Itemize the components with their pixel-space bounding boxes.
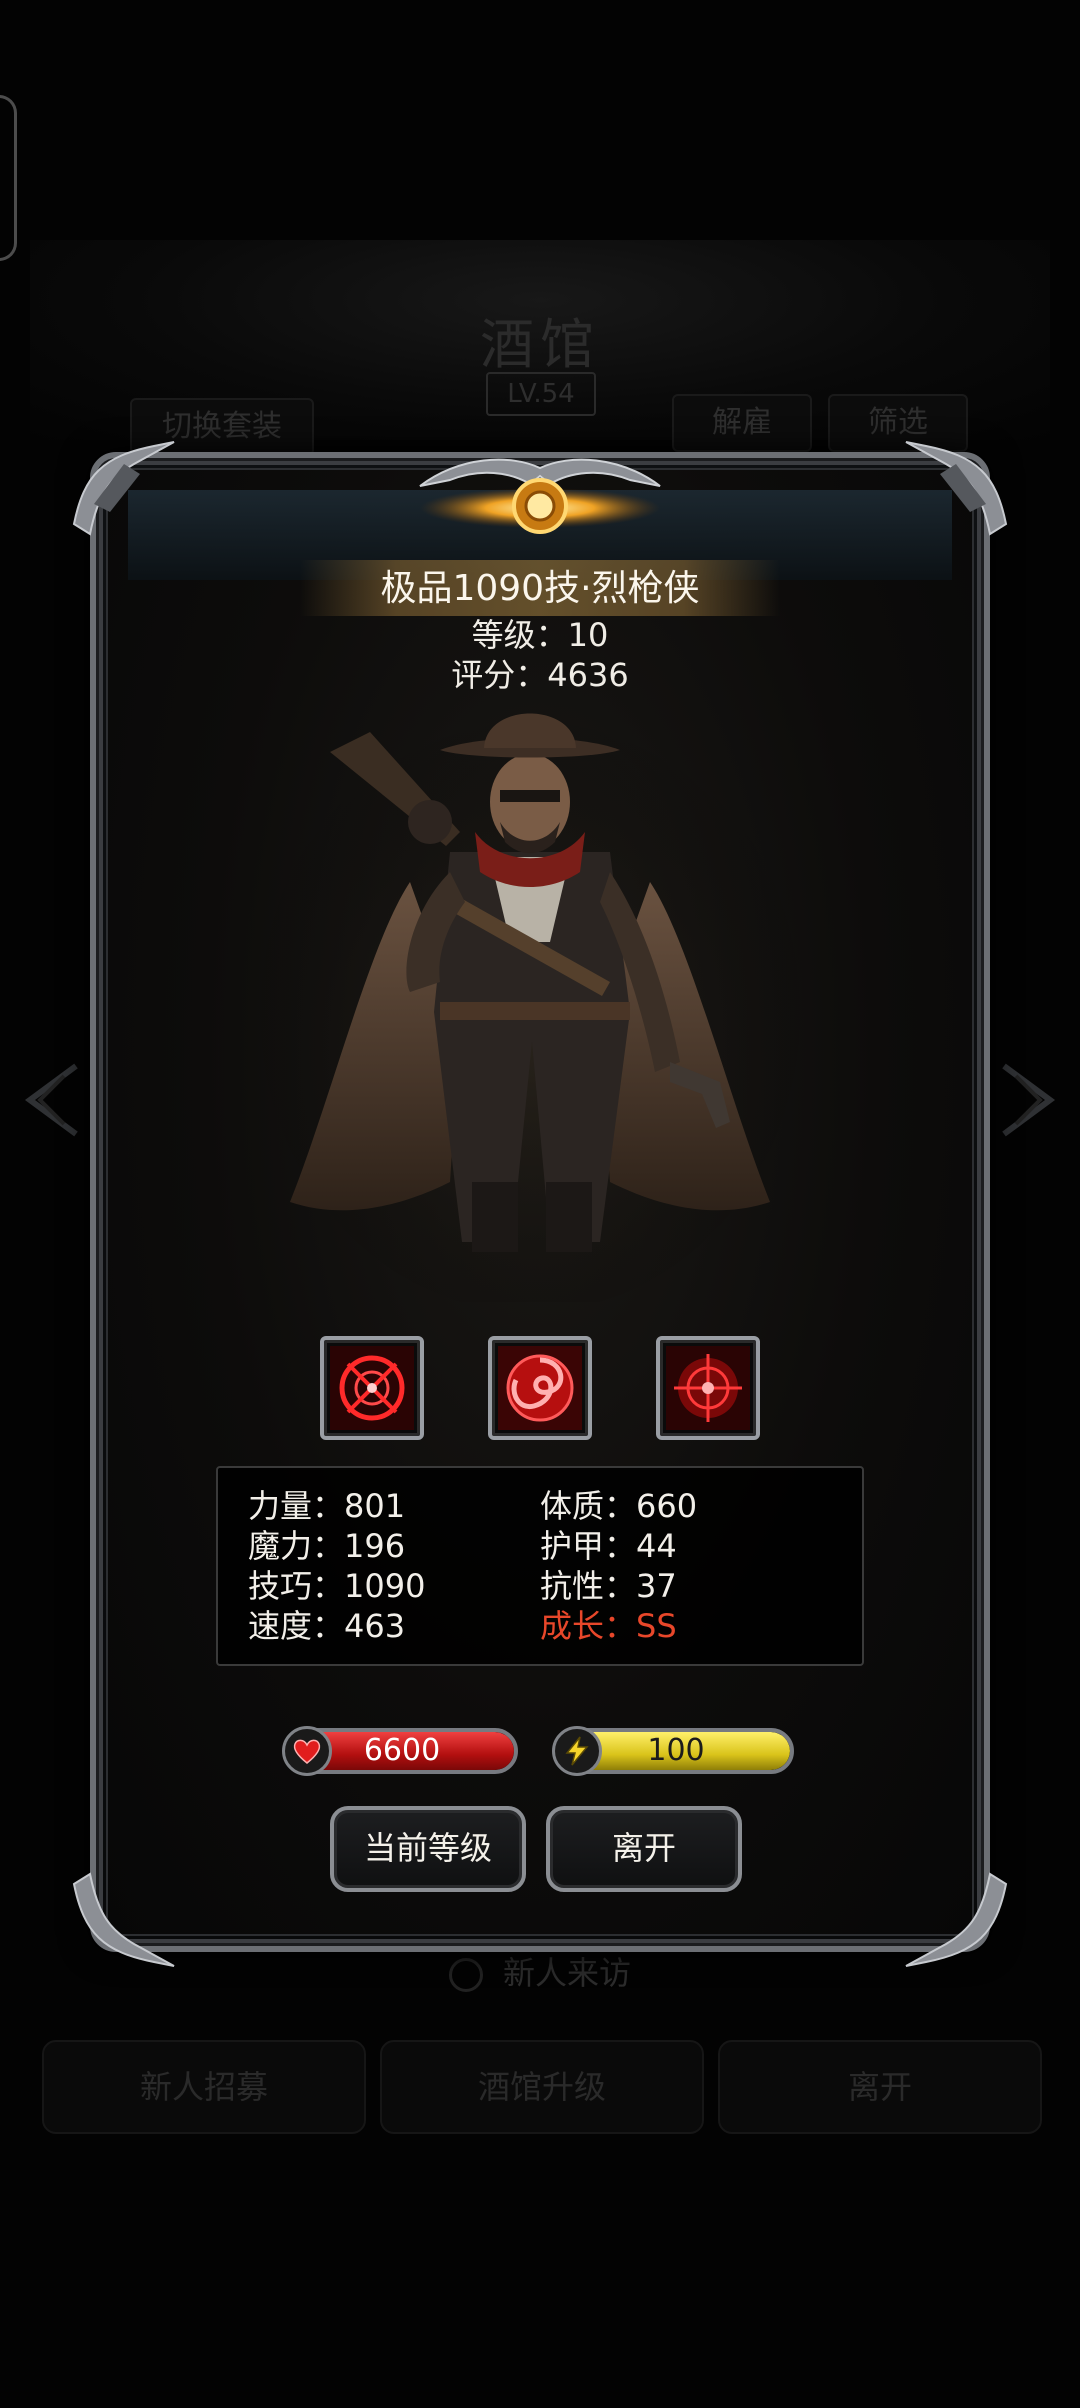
skill-slot-3[interactable]: [656, 1336, 760, 1440]
skill-slot-1[interactable]: [320, 1336, 424, 1440]
lightning-icon: [565, 1736, 589, 1766]
target-skill-icon: [666, 1346, 750, 1430]
vortex-skill-icon: [498, 1346, 582, 1430]
stat-armor: 护甲：44: [540, 1527, 677, 1565]
stat-growth: 成长：SS: [540, 1607, 677, 1645]
dismiss-button[interactable]: 解雇: [672, 394, 812, 452]
next-arrow-icon[interactable]: [994, 1060, 1064, 1140]
lightning-icon-wrap: [552, 1726, 602, 1776]
stats-panel: 力量：801 魔力：196 技巧：1090 速度：463 体质：660 护甲：4…: [216, 1466, 864, 1666]
tavern-level: LV.54: [486, 372, 596, 416]
crosshair-skill-icon: [330, 1346, 414, 1430]
ornament-corner-icon: [905, 1872, 1008, 1967]
ornament-corner-icon: [72, 441, 175, 536]
ornament-corner-icon: [72, 1872, 175, 1967]
gunslinger-portrait: [260, 712, 800, 1302]
leave-button[interactable]: 离开: [546, 1806, 742, 1892]
new-visitor-checkbox[interactable]: [448, 1958, 483, 1992]
new-visitor-label: 新人来访: [502, 1954, 631, 1992]
hero-detail-dialog: 极品1090技·烈枪侠 等级：10 评分：4636 力量：801 魔力：196 …: [72, 441, 1008, 1967]
leave-tavern-button[interactable]: 离开: [718, 2040, 1042, 2134]
current-level-button[interactable]: 当前等级: [330, 1806, 526, 1892]
hero-name: 极品1090技·烈枪侠: [380, 568, 700, 609]
stat-magic: 魔力：196: [248, 1527, 406, 1565]
side-tab[interactable]: [0, 95, 17, 261]
stat-resistance: 抗性：37: [540, 1567, 677, 1605]
golden-emblem-icon: [419, 458, 661, 534]
skill-slot-2[interactable]: [488, 1336, 592, 1440]
stat-speed: 速度：463: [248, 1607, 406, 1645]
previous-arrow-icon[interactable]: [16, 1060, 86, 1140]
stat-strength: 力量：801: [248, 1487, 406, 1525]
recruit-button[interactable]: 新人招募: [42, 2040, 366, 2134]
stat-skill: 技巧：1090: [248, 1567, 426, 1605]
tavern-title: 酒馆: [480, 313, 600, 376]
upgrade-tavern-button[interactable]: 酒馆升级: [380, 2040, 704, 2134]
stat-constitution: 体质：660: [540, 1487, 698, 1525]
heart-icon: [293, 1739, 321, 1764]
ornament-corner-icon: [905, 441, 1008, 536]
heart-icon-wrap: [282, 1726, 332, 1776]
